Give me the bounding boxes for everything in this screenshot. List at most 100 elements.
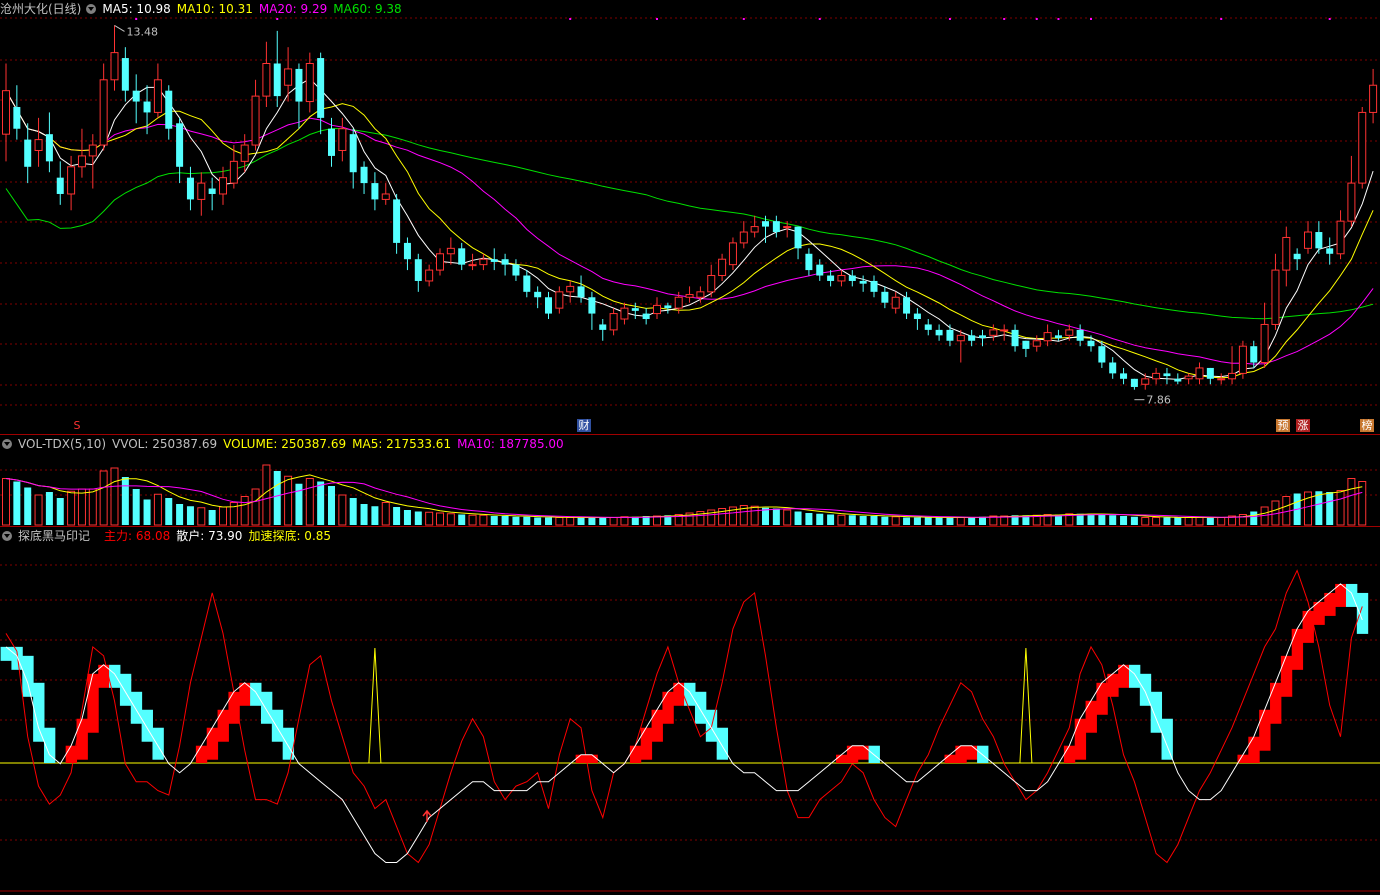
stock-title: 沧州大化(日线) xyxy=(0,2,82,16)
candle-body xyxy=(794,226,802,249)
candle-body xyxy=(1043,332,1052,342)
volume-bar xyxy=(1184,517,1193,526)
low-price-label: 7.86 xyxy=(1146,394,1171,407)
trend-block xyxy=(640,727,653,760)
trend-block xyxy=(76,718,88,760)
volume-bar xyxy=(946,517,954,525)
candle-body xyxy=(284,68,293,86)
candle-body xyxy=(805,253,813,271)
volume-bar xyxy=(1336,490,1345,526)
trend-block xyxy=(22,655,34,697)
ma20-line xyxy=(5,90,1374,365)
candle-body xyxy=(968,335,976,341)
volume-bar xyxy=(262,464,271,526)
volume-bar xyxy=(34,494,43,526)
candle-body xyxy=(523,275,531,292)
volume-bar xyxy=(913,517,921,525)
volume-bar xyxy=(458,514,466,525)
volume-bar xyxy=(1195,517,1204,526)
trend-block xyxy=(195,745,208,763)
candle-body xyxy=(1109,362,1117,374)
trend-block xyxy=(282,727,295,760)
volume-bar xyxy=(620,516,629,526)
candle-body xyxy=(56,177,64,194)
volume-bar xyxy=(1152,517,1161,526)
signal-dot xyxy=(276,18,279,20)
trend-block xyxy=(575,754,587,763)
volume-bar xyxy=(284,475,293,526)
candle-body xyxy=(360,166,368,184)
trend-block xyxy=(966,745,978,760)
candle-body xyxy=(566,285,575,293)
candle-body xyxy=(240,144,249,162)
volume-bar xyxy=(414,511,422,525)
candle-body xyxy=(750,226,759,233)
volume-bar xyxy=(1217,517,1226,526)
candle-body xyxy=(642,313,650,320)
candle-body xyxy=(45,134,53,162)
candle-body xyxy=(512,264,520,276)
volume-bar xyxy=(338,494,347,526)
volume-bar xyxy=(772,508,780,525)
candle-body xyxy=(1098,346,1106,363)
volume-bar xyxy=(2,478,10,526)
candle-body xyxy=(446,247,455,255)
trend-block xyxy=(1085,700,1097,733)
candle-body xyxy=(577,286,585,298)
candle-body xyxy=(1282,236,1291,271)
volume-bar xyxy=(381,502,390,526)
candle-body xyxy=(870,280,878,292)
candle-body xyxy=(588,297,596,314)
candle-body xyxy=(783,226,792,229)
trend-block xyxy=(1096,682,1108,715)
volume-bar xyxy=(903,517,911,525)
candle-body xyxy=(913,313,921,320)
indicator-menu-icon[interactable] xyxy=(86,4,97,14)
badge-yu[interactable]: 预 xyxy=(1276,419,1290,432)
volume-bar xyxy=(67,490,76,526)
candle-body xyxy=(1250,346,1258,363)
candle-body xyxy=(305,62,314,103)
candle-body xyxy=(501,259,509,265)
trend-block xyxy=(1302,610,1314,643)
candle-body xyxy=(403,242,411,260)
candle-body xyxy=(1174,378,1182,382)
indicator-menu-icon[interactable] xyxy=(2,531,12,541)
pane-separator xyxy=(0,434,1380,435)
volume-bar xyxy=(881,516,889,525)
candle-body xyxy=(393,199,401,243)
trend-block xyxy=(206,727,219,760)
volume-bar xyxy=(783,509,792,526)
trend-block xyxy=(629,745,642,763)
candle-body xyxy=(1206,367,1214,379)
candle-body xyxy=(772,221,780,233)
candle-body xyxy=(1087,340,1095,347)
volume-bar xyxy=(219,506,227,526)
trend-block xyxy=(130,691,143,724)
volume-bar xyxy=(1098,514,1106,525)
candle-body xyxy=(903,297,911,314)
trend-block xyxy=(152,727,164,760)
trend-block xyxy=(1248,736,1260,763)
volume-bar xyxy=(870,516,878,525)
volume-bar xyxy=(446,513,455,526)
volume-bar xyxy=(99,470,108,526)
volume-bar xyxy=(956,517,965,526)
volume-bar xyxy=(837,514,846,526)
volume-bar xyxy=(848,515,856,525)
trend-block xyxy=(694,691,707,724)
signal-dot xyxy=(818,18,821,20)
badge-zhang[interactable]: 涨 xyxy=(1296,419,1310,432)
indicator-menu-icon[interactable] xyxy=(2,439,12,449)
badge-bang[interactable]: 榜 xyxy=(1360,419,1374,432)
volume-bar xyxy=(599,517,607,525)
volume-bar xyxy=(143,499,151,525)
trend-block xyxy=(1259,709,1271,751)
volume-bar xyxy=(1163,517,1171,525)
signal-dot xyxy=(742,18,745,20)
badge-cai[interactable]: 财 xyxy=(577,419,591,432)
badge-s[interactable]: S xyxy=(72,419,82,432)
trend-block xyxy=(1280,655,1293,697)
trend-block xyxy=(119,673,132,706)
candle-body xyxy=(1130,378,1138,387)
